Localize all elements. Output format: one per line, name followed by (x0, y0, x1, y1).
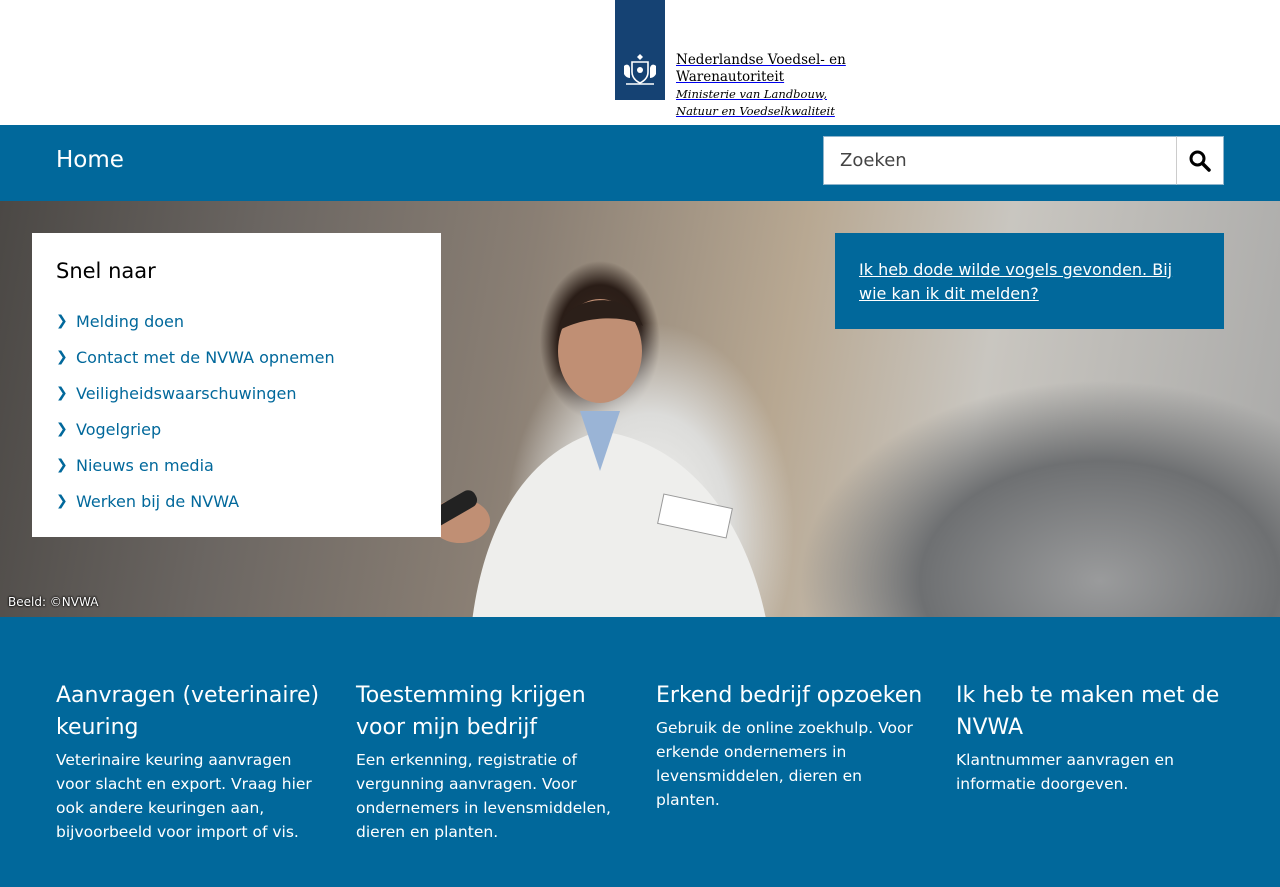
logo-line-1: Nederlandse Voedsel- en (676, 52, 846, 68)
search-icon (1189, 150, 1211, 172)
card-text: Een erkenning, registratie of vergunning… (356, 751, 611, 841)
topic-card[interactable]: Erkend bedrijf opzoeken Gebruik de onlin… (656, 680, 926, 812)
logo-line-2: Warenautoriteit (676, 69, 785, 85)
card-title[interactable]: Toestemming krijgen voor mijn bedrijf (356, 680, 626, 744)
quick-link-contact[interactable]: Contact met de NVWA opnemen (76, 348, 335, 367)
chevron-right-icon: ❯ (56, 385, 68, 401)
card-text: Klantnummer aanvragen en informatie door… (956, 751, 1174, 793)
site-header: Nederlandse Voedsel- en Warenautoriteit … (0, 0, 1280, 125)
logo-ribbon (615, 0, 665, 100)
topic-cards-section: Aanvragen (veterinaire) keuring Veterina… (0, 617, 1280, 887)
quick-links-list: ❯ Melding doen ❯ Contact met de NVWA opnem… (56, 303, 417, 519)
nav-bar: Home (0, 125, 1280, 201)
list-item: ❯ Contact met de NVWA opnemen (56, 339, 417, 375)
nav-home-link[interactable]: Home (56, 147, 124, 173)
list-item: ❯ Vogelgriep (56, 411, 417, 447)
search-input[interactable] (823, 136, 1177, 185)
coat-of-arms-icon (624, 54, 656, 85)
quick-link-nieuws-en-media[interactable]: Nieuws en media (76, 456, 214, 475)
card-title[interactable]: Ik heb te maken met de NVWA (956, 680, 1226, 744)
logo-text: Nederlandse Voedsel- en Warenautoriteit … (676, 52, 846, 120)
list-item: ❯ Melding doen (56, 303, 417, 339)
chevron-right-icon: ❯ (56, 493, 68, 509)
logo-line-3: Ministerie van Landbouw, (676, 87, 828, 101)
hero-inspector-illustration (430, 299, 766, 617)
chevron-right-icon: ❯ (56, 421, 68, 437)
card-title[interactable]: Aanvragen (veterinaire) keuring (56, 680, 326, 744)
quick-links-title: Snel naar (56, 259, 156, 283)
topic-card[interactable]: Toestemming krijgen voor mijn bedrijf Ee… (356, 680, 626, 844)
card-text: Veterinaire keuring aanvragen voor slach… (56, 751, 312, 841)
list-item: ❯ Nieuws en media (56, 447, 417, 483)
search-button[interactable] (1176, 136, 1224, 185)
chevron-right-icon: ❯ (56, 349, 68, 365)
hero-image: Beeld: ©NVWA Snel naar ❯ Melding doen ❯ Co… (0, 201, 1280, 617)
quick-link-veiligheidswaarschuwingen[interactable]: Veiligheidswaarschuwingen (76, 384, 296, 403)
quick-link-melding-doen[interactable]: Melding doen (76, 312, 184, 331)
card-text: Gebruik de online zoekhulp. Voor erkende… (656, 719, 913, 809)
topic-card[interactable]: Aanvragen (veterinaire) keuring Veterina… (56, 680, 326, 844)
dead-birds-link[interactable]: Ik heb dode wilde vogels gevonden. Bij w… (859, 260, 1172, 303)
quick-links-panel: Snel naar ❯ Melding doen ❯ Contact met de … (32, 233, 441, 537)
chevron-right-icon: ❯ (56, 313, 68, 329)
site-logo[interactable]: Nederlandse Voedsel- en Warenautoriteit … (615, 0, 846, 120)
logo-line-4: Natuur en Voedselkwaliteit (676, 104, 835, 118)
alert-panel: Ik heb dode wilde vogels gevonden. Bij w… (835, 233, 1224, 329)
chevron-right-icon: ❯ (56, 457, 68, 473)
quick-link-vogelgriep[interactable]: Vogelgriep (76, 420, 161, 439)
list-item: ❯ Werken bij de NVWA (56, 483, 417, 519)
list-item: ❯ Veiligheidswaarschuwingen (56, 375, 417, 411)
image-credit: Beeld: ©NVWA (8, 595, 99, 609)
card-title[interactable]: Erkend bedrijf opzoeken (656, 680, 926, 712)
topic-card[interactable]: Ik heb te maken met de NVWA Klantnummer … (956, 680, 1226, 796)
quick-link-werken-bij[interactable]: Werken bij de NVWA (76, 492, 239, 511)
